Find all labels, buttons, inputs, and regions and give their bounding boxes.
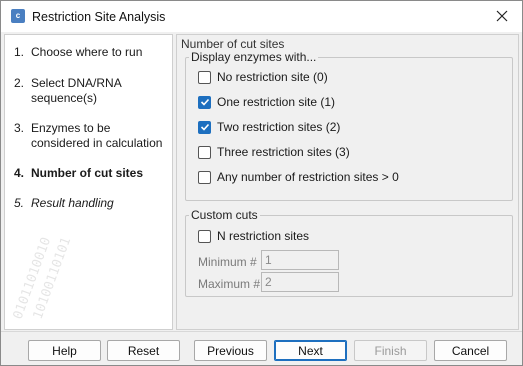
option-one-restriction-site[interactable]: One restriction site (1) [198, 95, 335, 109]
step-select-sequences: 2. Select DNA/RNA sequence(s) [14, 76, 169, 106]
step-label: Result handling [31, 196, 114, 210]
option-n-restriction-sites[interactable]: N restriction sites [198, 229, 309, 243]
checkbox-no-restriction-site[interactable] [198, 70, 211, 84]
maximum-input[interactable] [261, 272, 339, 292]
finish-button[interactable]: Finish [354, 340, 427, 361]
option-label: One restriction site (1) [217, 95, 336, 109]
checkbox-any-number-restriction-sites[interactable] [198, 170, 211, 184]
content-panel: Number of cut sites Display enzymes with… [176, 34, 519, 330]
step-result-handling: 5. Result handling [14, 196, 169, 211]
option-two-restriction-sites[interactable]: Two restriction sites (2) [198, 120, 340, 134]
cancel-button[interactable]: Cancel [434, 340, 507, 361]
close-icon [496, 10, 508, 22]
step-label: Enzymes to be considered in calculation [31, 121, 163, 150]
title-bar: c Restriction Site Analysis [1, 1, 522, 32]
window-title: Restriction Site Analysis [32, 10, 166, 24]
step-number: 5. [14, 196, 25, 210]
next-button[interactable]: Next [274, 340, 347, 361]
close-button[interactable] [490, 5, 514, 27]
step-enzymes: 3. Enzymes to be considered in calculati… [14, 121, 169, 151]
checkbox-one-restriction-site[interactable] [198, 95, 211, 109]
reset-button[interactable]: Reset [107, 340, 180, 361]
checkmark-icon [200, 98, 209, 106]
step-number: 1. [14, 45, 25, 59]
option-any-number-restriction-sites[interactable]: Any number of restriction sites > 0 [198, 170, 399, 184]
step-label: Choose where to run [31, 45, 143, 59]
option-label: Two restriction sites (2) [217, 120, 341, 134]
step-number: 2. [14, 76, 25, 90]
minimum-label: Minimum # [198, 255, 257, 269]
checkbox-n-restriction-sites[interactable] [198, 229, 211, 243]
minimum-input[interactable] [261, 250, 339, 270]
option-label: No restriction site (0) [217, 70, 328, 84]
display-enzymes-legend: Display enzymes with... [191, 50, 317, 64]
option-label: Any number of restriction sites > 0 [217, 170, 399, 184]
help-button[interactable]: Help [28, 340, 101, 361]
option-no-restriction-site[interactable]: No restriction site (0) [198, 70, 328, 84]
footer-divider [1, 331, 522, 332]
checkbox-two-restriction-sites[interactable] [198, 120, 211, 134]
option-label: Three restriction sites (3) [217, 145, 350, 159]
maximum-label: Maximum # [198, 277, 261, 291]
checkbox-three-restriction-sites[interactable] [198, 145, 211, 159]
section-title: Number of cut sites [181, 37, 285, 51]
custom-cuts-legend: Custom cuts [191, 208, 258, 222]
option-label: N restriction sites [217, 229, 310, 243]
option-three-restriction-sites[interactable]: Three restriction sites (3) [198, 145, 350, 159]
step-number-of-cut-sites: 4. Number of cut sites [14, 166, 169, 181]
restriction-site-analysis-dialog: c Restriction Site Analysis 01011010010 … [0, 0, 523, 366]
previous-button[interactable]: Previous [194, 340, 267, 361]
checkmark-icon [200, 123, 209, 131]
app-icon: c [11, 9, 25, 23]
step-number: 3. [14, 121, 25, 135]
step-label: Select DNA/RNA sequence(s) [31, 76, 122, 105]
wizard-steps-panel: 01011010010 10100110101 1. Choose where … [4, 34, 173, 330]
step-label: Number of cut sites [31, 166, 144, 180]
step-choose-where-to-run: 1. Choose where to run [14, 45, 169, 60]
step-number: 4. [14, 166, 25, 180]
